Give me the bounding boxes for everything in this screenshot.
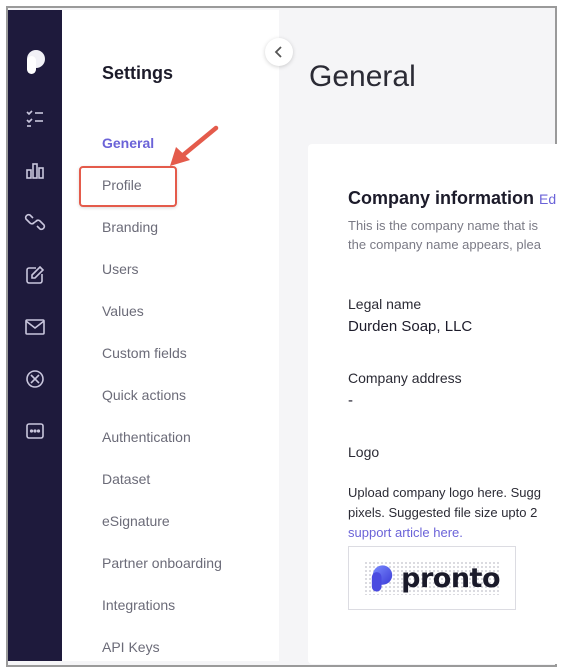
settings-item-values[interactable]: Values <box>102 303 144 319</box>
collapse-panel-button[interactable] <box>265 38 293 66</box>
company-info-card: Company information Ed This is the compa… <box>308 144 561 664</box>
pronto-wordmark: pronto <box>401 562 500 594</box>
legal-name-label: Legal name <box>348 296 422 312</box>
pronto-logo-icon <box>371 565 393 592</box>
company-address-label: Company address <box>348 370 462 386</box>
settings-item-general[interactable]: General <box>102 135 154 151</box>
page-title: General <box>309 60 416 93</box>
description-line-1: This is the company name that is <box>348 218 539 233</box>
company-info-description: This is the company name that is the com… <box>348 216 561 254</box>
tasks-checklist-icon[interactable] <box>24 107 46 129</box>
logo-desc-line-2: pixels. Suggested file size upto 2 <box>348 505 538 520</box>
main-content: General Company information Ed This is t… <box>279 10 561 664</box>
settings-item-branding[interactable]: Branding <box>102 219 158 235</box>
settings-title: Settings <box>102 63 174 83</box>
settings-nav-panel: Settings General Profile Branding Users … <box>62 10 279 661</box>
settings-item-custom-fields[interactable]: Custom fields <box>102 345 187 361</box>
settings-item-dataset[interactable]: Dataset <box>102 471 150 487</box>
mail-icon[interactable] <box>24 316 46 338</box>
logo-desc-line-1: Upload company logo here. Sugg <box>348 485 541 500</box>
edit-note-icon[interactable] <box>24 264 46 286</box>
settings-item-esignature[interactable]: eSignature <box>102 513 170 529</box>
support-article-link[interactable]: support article here. <box>348 523 541 543</box>
chevron-left-icon <box>274 46 282 58</box>
logo-description: Upload company logo here. Sugg pixels. S… <box>348 483 541 543</box>
company-logo-preview: pronto <box>364 561 500 595</box>
company-address-value: - <box>348 392 353 409</box>
bar-chart-icon[interactable] <box>24 159 46 181</box>
compass-icon[interactable] <box>24 368 46 390</box>
settings-item-users[interactable]: Users <box>102 261 139 277</box>
description-line-2: the company name appears, plea <box>348 237 541 252</box>
settings-item-integrations[interactable]: Integrations <box>102 597 175 613</box>
link-icon[interactable] <box>24 211 46 233</box>
icon-rail <box>8 10 62 661</box>
app-logo-icon[interactable] <box>23 48 45 76</box>
settings-item-api-keys[interactable]: API Keys <box>102 639 160 655</box>
settings-item-partner-onboarding[interactable]: Partner onboarding <box>102 555 222 571</box>
settings-item-quick-actions[interactable]: Quick actions <box>102 387 186 403</box>
logo-label: Logo <box>348 444 380 460</box>
annotation-arrow-icon <box>170 125 219 166</box>
edit-link[interactable]: Ed <box>539 191 556 207</box>
company-logo-upload[interactable]: pronto <box>348 546 516 610</box>
settings-item-authentication[interactable]: Authentication <box>102 429 191 445</box>
legal-name-value: Durden Soap, LLC <box>348 318 473 335</box>
company-info-heading: Company information <box>348 188 535 208</box>
more-dots-icon[interactable] <box>24 420 46 442</box>
